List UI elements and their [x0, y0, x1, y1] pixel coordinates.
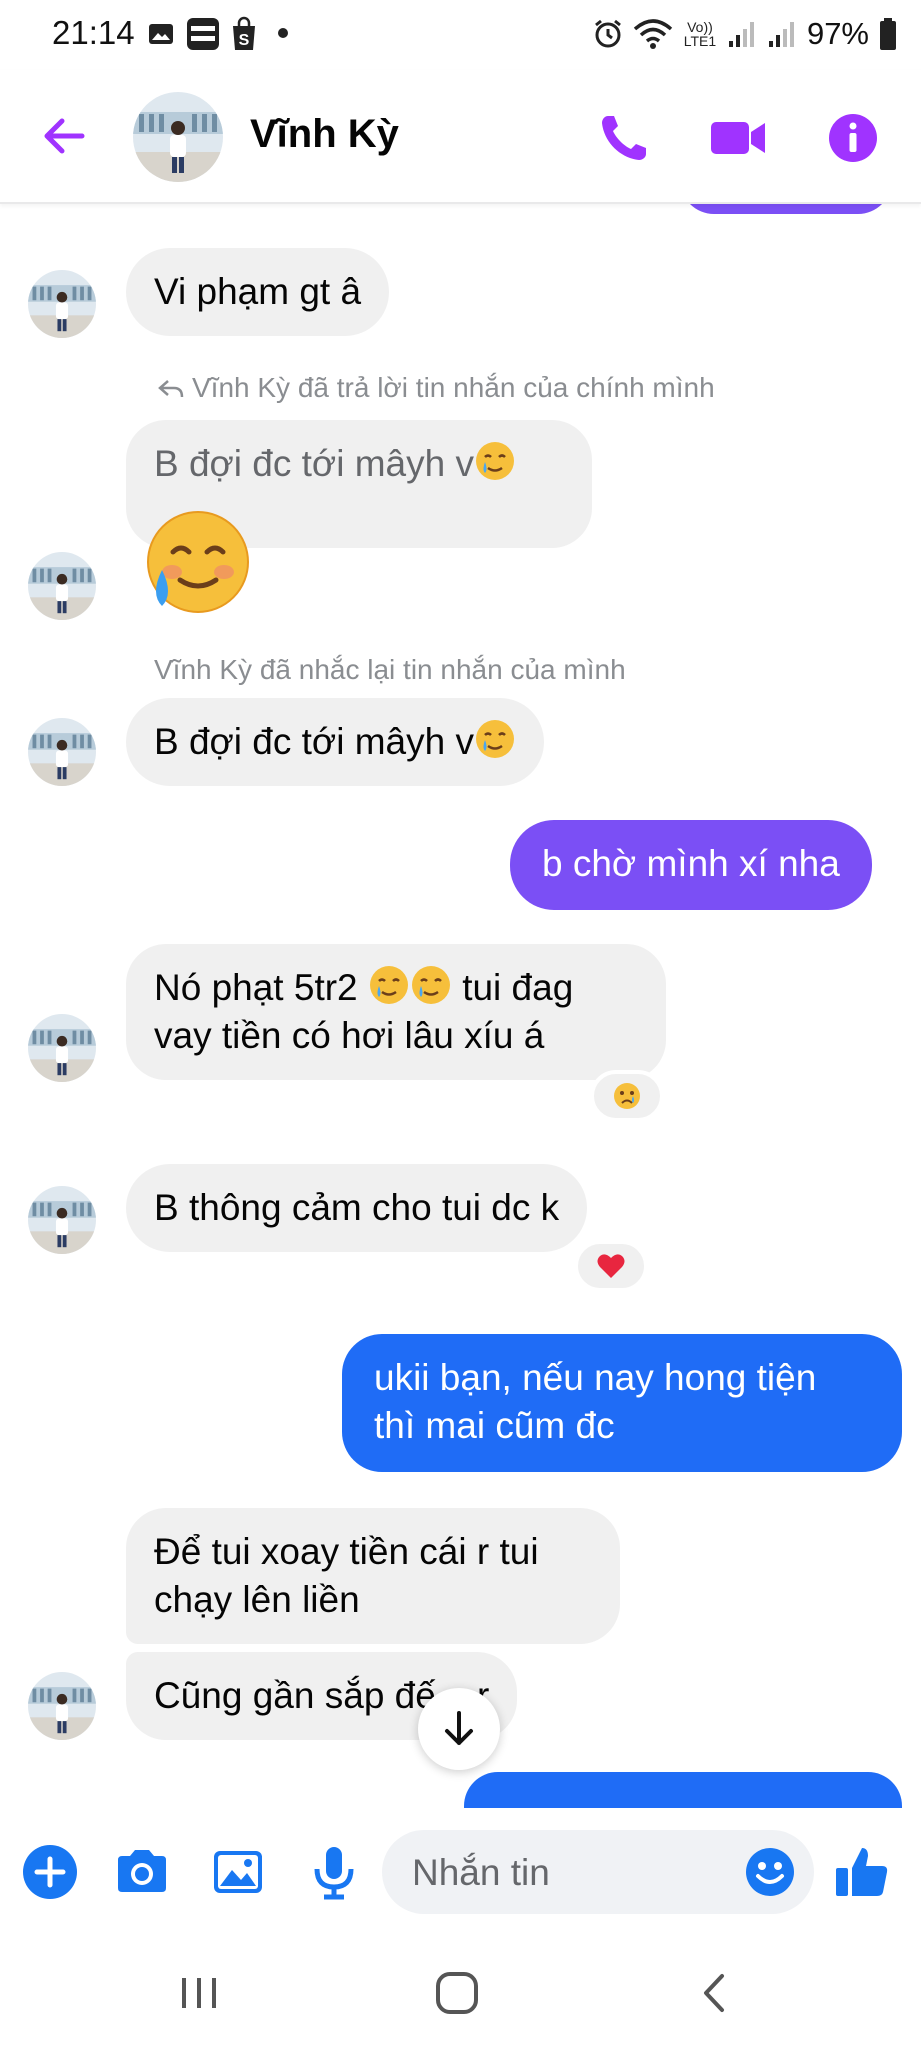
signal-2-icon — [768, 22, 794, 47]
message-text: B đợi đc tới mâyh v — [154, 718, 516, 766]
contact-name[interactable]: Vĩnh Kỳ — [250, 112, 399, 157]
svg-text:S: S — [239, 32, 250, 49]
sender-avatar[interactable] — [28, 270, 96, 338]
status-time: 21:14 — [52, 14, 135, 51]
shopping-bag-icon: S — [233, 16, 255, 50]
news-app-icon — [187, 18, 219, 50]
back-arrow-icon[interactable] — [38, 110, 90, 162]
message-text: Vi phạm gt â — [154, 271, 362, 312]
message-text: chạy lên liền — [154, 1579, 360, 1620]
repeat-meta: Vĩnh Kỳ đã nhắc lại tin nhắn của mình — [154, 654, 626, 685]
message-text: vay tiền có hơi lâu xíu á — [154, 1015, 545, 1056]
notification-dot — [278, 28, 288, 38]
outgoing-message[interactable]: ukii bạn, nếu nay hong tiện thì mai cũm … — [342, 1334, 902, 1472]
reaction-badge[interactable] — [590, 1070, 664, 1122]
gallery-notification-icon — [149, 24, 173, 44]
info-icon[interactable] — [828, 113, 878, 163]
arrow-down-icon — [445, 1711, 473, 1745]
reply-meta: Vĩnh Kỳ đã trả lời tin nhắn của chính mì… — [192, 372, 715, 403]
crying-smile-emoji-icon — [411, 966, 450, 1004]
system-nav-bar — [0, 1938, 921, 2048]
status-right: Vo)) LTE1 97% — [593, 14, 897, 54]
volte-label: Vo)) LTE1 — [683, 19, 717, 49]
like-icon[interactable] — [832, 1842, 892, 1902]
camera-icon[interactable] — [112, 1842, 172, 1902]
plus-icon[interactable] — [20, 1842, 80, 1902]
chat-header: Vĩnh Kỳ — [0, 70, 921, 204]
mic-icon[interactable] — [304, 1842, 364, 1902]
incoming-message[interactable]: B đợi đc tới mâyh v — [126, 698, 544, 786]
message-composer: Nhắn tin — [0, 1808, 921, 1938]
scroll-to-bottom-button[interactable] — [418, 1688, 500, 1770]
sender-avatar[interactable] — [28, 1014, 96, 1082]
incoming-message[interactable]: Vi phạm gt â — [126, 248, 390, 336]
battery-percent: 97% — [806, 16, 869, 51]
sender-avatar[interactable] — [28, 552, 96, 620]
crying-smile-emoji-icon — [475, 720, 514, 758]
sender-avatar[interactable] — [28, 1186, 96, 1254]
reaction-badge[interactable] — [574, 1240, 648, 1292]
crying-smile-emoji-icon — [475, 442, 514, 480]
partial-outgoing-bubble[interactable] — [464, 1772, 902, 1808]
emoji-icon[interactable] — [744, 1846, 796, 1898]
sender-avatar[interactable] — [28, 718, 96, 786]
message-input-placeholder: Nhắn tin — [412, 1852, 550, 1893]
crying-smile-emoji-icon — [369, 966, 408, 1004]
big-crying-smile-emoji-icon[interactable] — [140, 508, 252, 620]
message-input[interactable]: Nhắn tin — [382, 1830, 814, 1914]
message-text: b chờ mình xí nha — [542, 843, 840, 884]
message-text: Nó phạt 5tr2 tui đag — [154, 964, 638, 1012]
message-text: ukii bạn, nếu nay hong tiện — [374, 1357, 817, 1398]
incoming-message[interactable]: Để tui xoay tiền cái r tui chạy lên liền — [126, 1508, 620, 1644]
sad-face-icon — [614, 1083, 640, 1109]
message-text: thì mai cũm đc — [374, 1405, 615, 1446]
gallery-icon[interactable] — [208, 1842, 268, 1902]
back-nav-icon[interactable] — [690, 1968, 740, 2018]
alarm-icon — [595, 19, 621, 48]
contact-avatar[interactable] — [133, 92, 223, 182]
wifi-icon — [633, 19, 673, 49]
incoming-message[interactable]: B thông cảm cho tui dc k — [126, 1164, 588, 1252]
sender-avatar[interactable] — [28, 1672, 96, 1740]
home-icon[interactable] — [432, 1968, 482, 2018]
quoted-text: B đợi đc tới mâyh v — [154, 440, 564, 488]
heart-icon — [597, 1254, 625, 1278]
recent-apps-icon[interactable] — [174, 1968, 224, 2018]
message-text: Để tui xoay tiền cái r tui — [154, 1531, 539, 1572]
status-bar: 21:14 S Vo)) LTE1 97% — [0, 0, 921, 70]
message-text: B thông cảm cho tui dc k — [154, 1187, 560, 1228]
phone-icon[interactable] — [596, 110, 652, 166]
outgoing-message[interactable]: b chờ mình xí nha — [510, 820, 872, 910]
signal-icon — [728, 22, 754, 47]
reply-icon — [158, 380, 184, 398]
video-icon[interactable] — [708, 110, 768, 166]
incoming-message[interactable]: Nó phạt 5tr2 tui đag vay tiền có hơi lâu… — [126, 944, 666, 1080]
battery-icon — [880, 18, 896, 50]
